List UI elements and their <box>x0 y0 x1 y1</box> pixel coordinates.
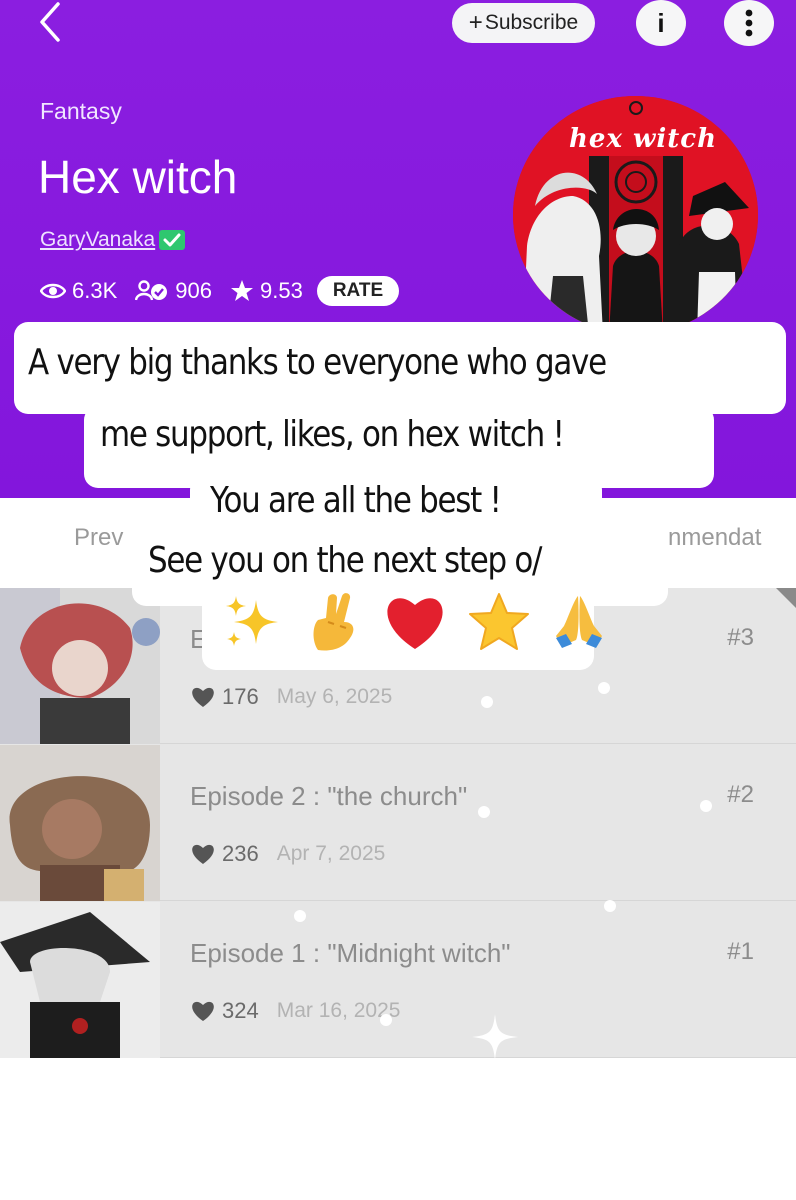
episode-meta: 236 Apr 7, 2025 <box>190 841 385 867</box>
cover-title: hex witch <box>569 124 718 154</box>
episode-number: #3 <box>727 624 754 651</box>
rate-button[interactable]: RATE <box>316 276 400 306</box>
genre-label[interactable]: Fantasy <box>40 98 122 125</box>
episode-row[interactable]: Episode 2 : "the church" #2 236 Apr 7, 2… <box>0 745 796 901</box>
episode-number: #2 <box>727 781 754 808</box>
rating-stat: 9.53 <box>230 278 303 304</box>
info-icon: i <box>657 7 665 38</box>
sparkle-dot <box>604 900 616 912</box>
heart-icon <box>192 1001 214 1021</box>
sparkle-dot <box>481 696 493 708</box>
sparkle-dot <box>380 1014 392 1026</box>
more-vertical-icon <box>745 9 753 37</box>
subscribers-stat: 906 <box>135 278 212 304</box>
sparkle-dot <box>478 806 490 818</box>
subscribe-label: Subscribe <box>484 11 579 34</box>
heart-icon <box>192 687 214 707</box>
chevron-left-icon <box>40 2 60 42</box>
stats-row: 6.3K 906 9.53 RATE <box>40 276 400 306</box>
subscribers-icon <box>135 280 168 301</box>
sparkle-dot <box>700 800 712 812</box>
episode-title: Episode 1 : "Midnight witch" <box>190 938 511 968</box>
tab-previous[interactable]: Prev <box>74 524 123 552</box>
episode-title: Episode 2 : "the church" <box>190 781 468 811</box>
emoji-row <box>222 592 628 652</box>
subscribers-count: 906 <box>175 278 212 303</box>
episode-likes: 236 <box>222 841 259 866</box>
episode-likes: 324 <box>222 998 259 1023</box>
episode-date: May 6, 2025 <box>276 685 393 708</box>
author-name: GaryVanaka <box>40 228 156 251</box>
back-button[interactable] <box>34 0 74 46</box>
folded-hands-icon <box>556 596 602 648</box>
note-line-4: See you on the next step o/ <box>148 540 542 581</box>
note-line-3: You are all the best ! <box>210 480 502 521</box>
note-line-1: A very big thanks to everyone who gave <box>28 342 607 383</box>
sparkle-dot <box>294 910 306 922</box>
eye-icon <box>40 283 66 299</box>
author-link[interactable]: GaryVanaka <box>40 228 186 252</box>
views-count: 6.3K <box>72 278 118 303</box>
episode-row[interactable]: Episode 1 : "Midnight witch" #1 324 Mar … <box>0 902 796 1058</box>
episode-likes: 176 <box>222 684 259 709</box>
subscribe-button[interactable]: + Subscribe <box>452 3 595 43</box>
sparkles-icon <box>226 596 278 646</box>
star-icon <box>230 280 253 301</box>
episode-number: #1 <box>727 938 754 965</box>
series-title: Hex witch <box>38 151 238 203</box>
episode-thumbnail <box>0 745 160 901</box>
note-line-2: me support, likes, on hex witch ! <box>100 414 565 455</box>
episode-meta: 324 Mar 16, 2025 <box>190 998 400 1024</box>
views-stat: 6.3K <box>40 278 117 304</box>
episode-meta: 176 May 6, 2025 <box>190 684 392 710</box>
plus-icon: + <box>468 9 483 36</box>
star-icon <box>469 593 529 650</box>
verified-badge-icon <box>159 230 186 250</box>
episode-thumbnail <box>0 588 160 744</box>
tab-recommendations[interactable]: nmendat <box>668 524 761 552</box>
corner-fold-icon <box>776 588 796 608</box>
episode-date: Apr 7, 2025 <box>276 842 386 865</box>
rating-value: 9.53 <box>259 278 303 303</box>
sparkle-dot <box>598 682 610 694</box>
crossed-fingers-icon <box>313 593 354 651</box>
heart-icon <box>192 844 214 864</box>
more-options-button[interactable] <box>724 0 774 46</box>
series-cover[interactable]: hex witch <box>513 96 758 334</box>
red-heart-icon <box>387 598 443 649</box>
info-button[interactable]: i <box>636 0 686 46</box>
sparkle-star-icon <box>472 1014 518 1060</box>
episode-thumbnail <box>0 902 160 1058</box>
